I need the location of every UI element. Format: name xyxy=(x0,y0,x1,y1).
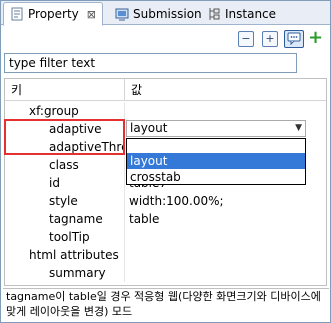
close-icon[interactable]: ⊠ xyxy=(87,8,96,21)
submission-icon xyxy=(115,7,129,21)
row-key: xf:group xyxy=(5,102,125,120)
table-row[interactable]: html attributes xyxy=(5,246,326,264)
property-description: tagname이 table일 경우 적응형 웹(다양한 화면크기와 디바이스에… xyxy=(3,288,329,322)
row-value[interactable]: width:100.00%; xyxy=(126,192,326,210)
chevron-down-icon[interactable]: ▼ xyxy=(295,121,302,136)
add-icon[interactable]: + xyxy=(308,29,323,47)
instance-icon xyxy=(207,7,221,21)
adaptive-combo[interactable]: layout ▼ xyxy=(126,120,306,137)
tab-submission[interactable]: Submission xyxy=(109,2,208,25)
highlight-box xyxy=(4,119,125,155)
tab-submission-label: Submission xyxy=(133,6,202,21)
tab-property-label: Property xyxy=(28,7,79,21)
tab-instance[interactable]: Instance xyxy=(201,2,282,25)
tab-property[interactable]: Property ⊠ xyxy=(3,2,103,26)
row-key: html attributes xyxy=(5,246,125,264)
comment-icon xyxy=(287,32,301,46)
row-value[interactable] xyxy=(126,228,326,246)
tab-instance-label: Instance xyxy=(225,6,277,21)
column-header-key[interactable]: 키 xyxy=(5,79,125,101)
table-row[interactable]: toolTip xyxy=(5,228,326,246)
table-row[interactable]: xf:group xyxy=(5,102,326,120)
row-key: toolTip xyxy=(5,228,125,246)
collapse-all-button[interactable]: − xyxy=(238,31,254,47)
row-key: id xyxy=(5,174,125,192)
property-view: Property ⊠ Submission Instance − + + typ… xyxy=(0,0,331,323)
table-row[interactable]: tagname table xyxy=(5,210,326,228)
table-header: 키 값 xyxy=(5,79,326,101)
table-row[interactable]: summary xyxy=(5,264,326,282)
row-value[interactable] xyxy=(126,102,326,120)
column-header-value[interactable]: 값 xyxy=(125,79,326,101)
row-value[interactable] xyxy=(126,246,326,264)
row-value[interactable] xyxy=(126,264,326,282)
view-tab-bar: Property ⊠ Submission Instance xyxy=(1,1,330,26)
expand-all-button[interactable]: + xyxy=(262,31,278,47)
comment-toggle-button[interactable] xyxy=(284,30,304,48)
row-key: tagname xyxy=(5,210,125,228)
property-icon xyxy=(10,7,24,21)
row-value[interactable]: table xyxy=(126,210,326,228)
dropdown-option-layout[interactable]: layout xyxy=(127,153,305,169)
combo-value: layout xyxy=(130,121,168,135)
adaptive-dropdown-list[interactable]: layout crosstab xyxy=(126,138,306,185)
row-key: style xyxy=(5,192,125,210)
dropdown-option-crosstab[interactable]: crosstab xyxy=(127,169,305,185)
table-row[interactable]: style width:100.00%; xyxy=(5,192,326,210)
view-toolbar: − + + xyxy=(1,26,330,52)
row-key: class xyxy=(5,156,125,174)
dropdown-empty-option[interactable] xyxy=(127,139,305,152)
filter-input[interactable]: type filter text xyxy=(4,53,297,73)
row-key: summary xyxy=(5,264,125,282)
